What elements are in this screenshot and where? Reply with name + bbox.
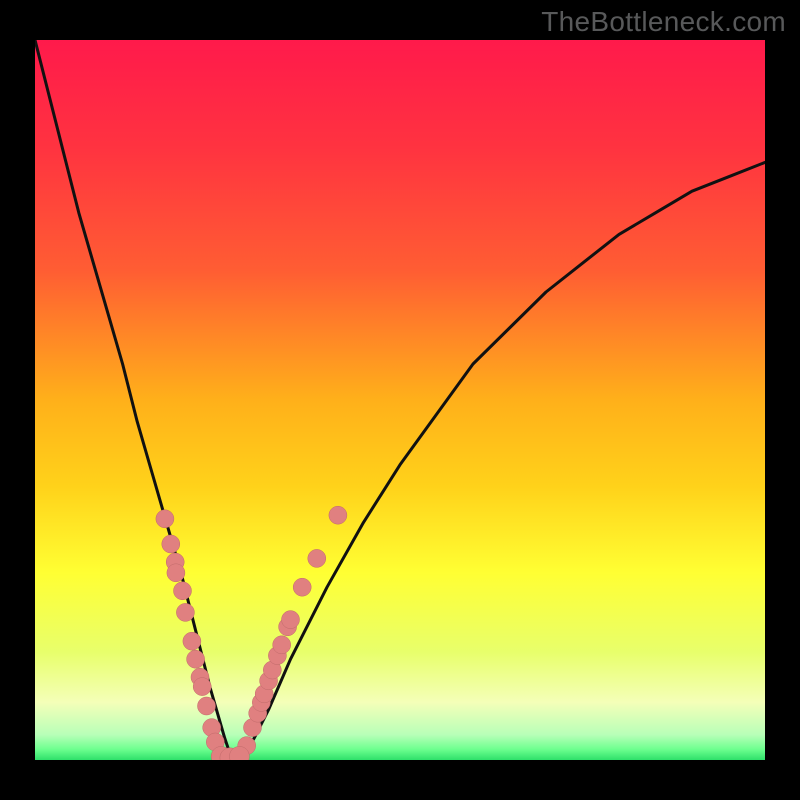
marker-dot [329, 506, 347, 524]
watermark-text: TheBottleneck.com [541, 6, 786, 38]
marker-dot [183, 632, 201, 650]
marker-dot [273, 636, 291, 654]
chart-area [35, 40, 765, 760]
marker-dot [162, 535, 180, 553]
marker-dot [187, 650, 205, 668]
marker-dot [293, 578, 311, 596]
marker-dot [167, 564, 185, 582]
outer-frame: TheBottleneck.com [0, 0, 800, 800]
marker-dot [282, 611, 300, 629]
chart-background [35, 40, 765, 760]
marker-dot [308, 549, 326, 567]
marker-dot [156, 510, 174, 528]
bottleneck-chart-svg [35, 40, 765, 760]
marker-dot [193, 678, 211, 696]
marker-dot [176, 603, 194, 621]
marker-dot [174, 582, 192, 600]
marker-dot [198, 697, 216, 715]
